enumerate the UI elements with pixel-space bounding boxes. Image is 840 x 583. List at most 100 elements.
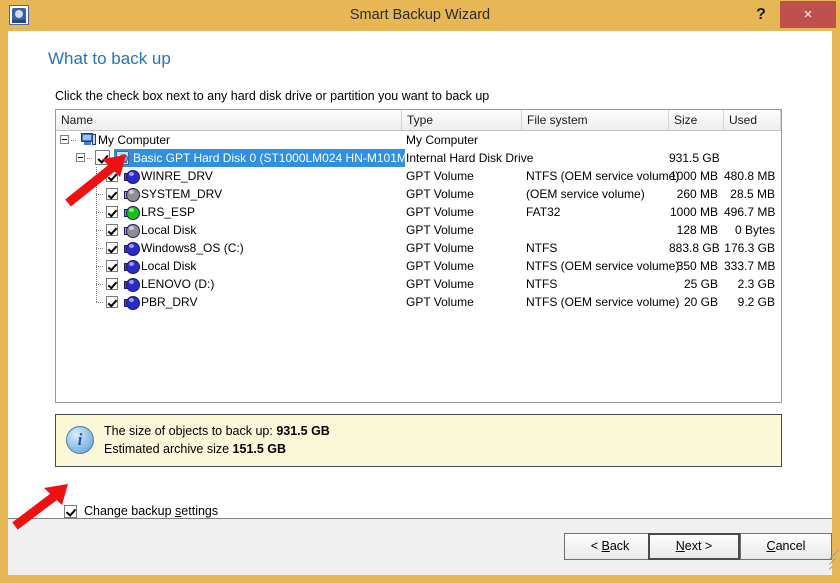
back-button[interactable]: < Back — [564, 533, 656, 560]
button-bar: < Back Next > Cancel — [8, 518, 832, 575]
cell-file-system: FAT32 — [526, 203, 560, 221]
tree-connector — [96, 212, 104, 213]
cell-file-system: NTFS (OEM service volume) — [526, 167, 679, 185]
table-row[interactable]: Basic GPT Hard Disk 0 (ST1000LM024 HN-M1… — [56, 149, 781, 167]
volume-green-icon — [124, 205, 139, 219]
row-checkbox[interactable] — [106, 242, 118, 254]
cell-file-system: NTFS (OEM service volume) — [526, 293, 679, 311]
size-info-panel: i The size of objects to back up: 931.5 … — [55, 414, 782, 467]
tree-expander-icon[interactable] — [76, 153, 85, 162]
table-row[interactable]: Local DiskGPT Volume128 MB0 Bytes — [56, 221, 781, 239]
volume-gray-icon — [124, 187, 139, 201]
backup-objects-tree[interactable]: NameTypeFile systemSizeUsed My ComputerM… — [55, 109, 782, 403]
row-checkbox[interactable] — [106, 206, 118, 218]
table-row[interactable]: WINRE_DRV GPT Volume NTFS (OEM service vol… — [56, 167, 781, 185]
table-row[interactable]: My ComputerMy Computer — [56, 131, 781, 149]
tree-connector — [96, 302, 104, 303]
cell-file-system: NTFS (OEM service volume) — [526, 257, 679, 275]
cell-file-system: NTFS — [526, 275, 557, 293]
cell-size: 931.5 GB — [669, 149, 718, 167]
column-header-used[interactable]: Used — [724, 110, 781, 130]
info-line-total: The size of objects to back up: 931.5 GB — [104, 424, 330, 438]
cell-used: 480.8 MB — [724, 167, 775, 185]
resize-grip[interactable] — [815, 559, 829, 573]
tree-connector — [71, 140, 77, 141]
cell-type: GPT Volume — [406, 167, 474, 185]
tree-expander-icon[interactable] — [60, 135, 69, 144]
cell-file-system: (OEM service volume) — [526, 185, 645, 203]
cell-file-system: NTFS — [526, 239, 557, 257]
row-checkbox[interactable] — [106, 278, 118, 290]
cell-size: 25 GB — [669, 275, 718, 293]
cell-name: Windows8_OS (C:) — [141, 239, 244, 257]
row-checkbox[interactable] — [95, 150, 110, 165]
table-row[interactable]: SYSTEM_DRV GPT Volume (OEM service volume)… — [56, 185, 781, 203]
column-header-type[interactable]: Type — [402, 110, 522, 130]
help-button[interactable]: ? — [748, 2, 774, 28]
column-header-size[interactable]: Size — [669, 110, 724, 130]
tree-connector — [96, 266, 104, 267]
row-checkbox[interactable] — [106, 170, 118, 182]
window-title: Smart Backup Wizard — [0, 0, 840, 31]
title-bar: Smart Backup Wizard ? × — [0, 0, 840, 31]
cell-name: SYSTEM_DRV — [141, 185, 222, 203]
cell-size: 350 MB — [669, 257, 718, 275]
info-total-value: 931.5 GB — [276, 424, 330, 438]
cell-name: LRS_ESP — [141, 203, 195, 221]
cell-type: GPT Volume — [406, 239, 474, 257]
column-header-file-system[interactable]: File system — [522, 110, 669, 130]
cell-size: 883.8 GB — [669, 239, 718, 257]
opt-text-a: Change backup — [84, 504, 175, 518]
table-row[interactable]: LENOVO (D:) GPT Volume NTFS 25 GB 2.3 GB — [56, 275, 781, 293]
cell-used: 2.3 GB — [724, 275, 775, 293]
hard-disk-icon — [116, 151, 129, 165]
cell-name: Local Disk — [141, 221, 196, 239]
cell-size: 1000 MB — [669, 203, 718, 221]
table-row[interactable]: LRS_ESP GPT Volume FAT32 1000 MB 496.7 MB — [56, 203, 781, 221]
cell-name: WINRE_DRV — [141, 167, 213, 185]
row-checkbox[interactable] — [106, 296, 118, 308]
cell-type: GPT Volume — [406, 257, 474, 275]
cancel-button[interactable]: Cancel — [740, 533, 832, 560]
tree-column-headers: NameTypeFile systemSizeUsed — [56, 110, 781, 131]
tree-connector — [96, 176, 104, 177]
cell-type: Internal Hard Disk Drive — [406, 149, 533, 167]
column-header-name[interactable]: Name — [56, 110, 402, 130]
cell-used: 333.7 MB — [724, 257, 775, 275]
cell-type: GPT Volume — [406, 185, 474, 203]
volume-gray-icon — [124, 223, 139, 237]
close-button[interactable]: × — [780, 1, 836, 28]
next-button[interactable]: Next > — [648, 533, 740, 560]
cell-used: 496.7 MB — [724, 203, 775, 221]
cell-name: LENOVO (D:) — [141, 275, 214, 293]
cell-name: Basic GPT Hard Disk 0 (ST1000LM024 HN-M1… — [133, 149, 427, 167]
table-row[interactable]: Local Disk GPT Volume NTFS (OEM service vo… — [56, 257, 781, 275]
cell-type: GPT Volume — [406, 293, 474, 311]
table-row[interactable]: PBR_DRVGPT VolumeNTFS (OEM service volum… — [56, 293, 781, 311]
cell-used: 9.2 GB — [724, 293, 775, 311]
client-area: What to back up Click the check box next… — [8, 31, 832, 575]
info-archive-value: 151.5 GB — [233, 442, 287, 456]
info-line-archive: Estimated archive size 151.5 GB — [104, 442, 286, 456]
cell-used: 28.5 MB — [724, 185, 775, 203]
volume-blue-icon — [124, 277, 139, 291]
info-archive-label: Estimated archive size — [104, 442, 229, 456]
tree-rows[interactable]: My ComputerMy ComputerBasic GPT Hard Dis… — [56, 131, 781, 402]
row-checkbox[interactable] — [106, 224, 118, 236]
volume-blue-icon — [124, 169, 139, 183]
info-icon: i — [66, 426, 94, 454]
cell-name: My Computer — [98, 131, 170, 149]
row-checkbox[interactable] — [106, 188, 118, 200]
change-backup-settings-checkbox[interactable] — [64, 505, 77, 518]
row-checkbox[interactable] — [106, 260, 118, 272]
table-row[interactable]: Windows8_OS (C:)GPT VolumeNTFS883.8 GB17… — [56, 239, 781, 257]
cell-size: 1000 MB — [669, 167, 718, 185]
cell-name: Local Disk — [141, 257, 196, 275]
cell-type: GPT Volume — [406, 203, 474, 221]
computer-icon — [81, 133, 96, 146]
change-backup-settings-label[interactable]: Change backup settings — [84, 504, 218, 518]
opt-text-b: ettings — [181, 504, 218, 518]
cell-type: GPT Volume — [406, 275, 474, 293]
cell-size: 128 MB — [669, 221, 718, 239]
info-total-label: The size of objects to back up: — [104, 424, 273, 438]
